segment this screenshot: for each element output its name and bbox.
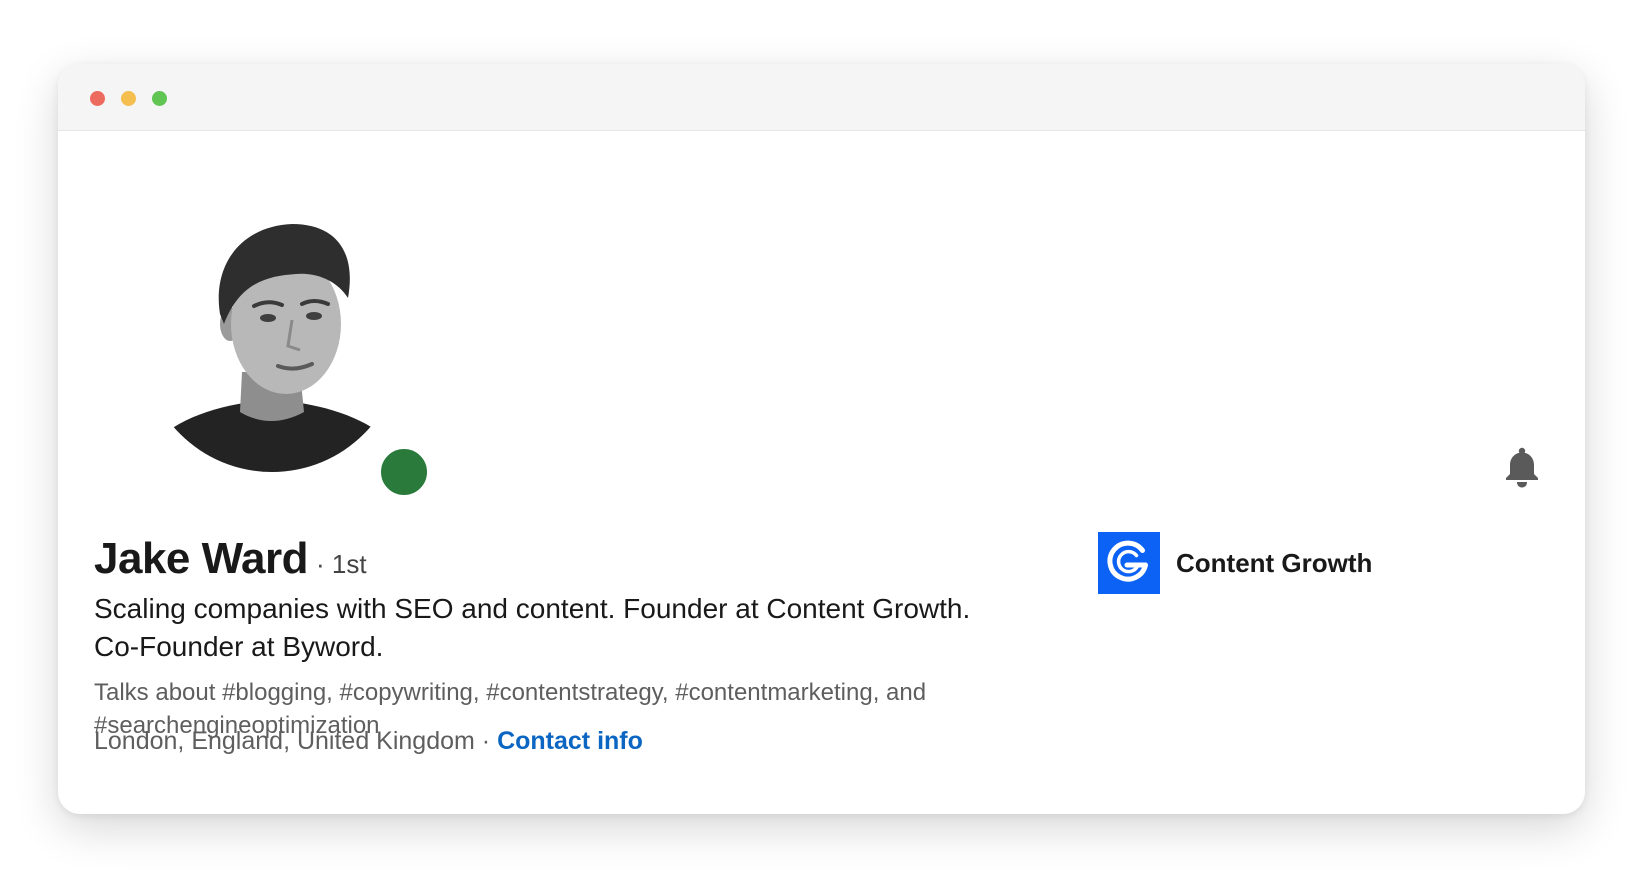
profile-name-row: Jake Ward · 1st: [94, 534, 367, 584]
content-growth-logo-icon: [1098, 532, 1160, 594]
location-separator: ·: [481, 727, 491, 755]
bell-icon: [1506, 447, 1538, 488]
profile-avatar[interactable]: [142, 212, 430, 498]
profile-headline: Scaling companies with SEO and content. …: [94, 593, 971, 662]
contact-info-link[interactable]: Contact info: [497, 727, 643, 755]
browser-window: Jake Ward · 1st Scaling companies with S…: [58, 64, 1585, 814]
avatar-photo: [142, 212, 402, 472]
notification-bell-button[interactable]: [1498, 444, 1546, 492]
minimize-window-button[interactable]: [121, 91, 136, 106]
profile-name: Jake Ward: [94, 534, 308, 583]
online-status-indicator: [378, 446, 430, 498]
close-window-button[interactable]: [90, 91, 105, 106]
person-photo-icon: [142, 224, 402, 472]
company-link[interactable]: Content Growth: [1098, 532, 1372, 594]
profile-location: London, England, United Kingdom: [94, 727, 475, 755]
location-row: London, England, United Kingdom · Contac…: [94, 727, 643, 756]
zoom-window-button[interactable]: [152, 91, 167, 106]
company-name: Content Growth: [1176, 547, 1373, 578]
window-titlebar: [58, 64, 1585, 131]
connection-degree: · 1st: [315, 549, 367, 579]
